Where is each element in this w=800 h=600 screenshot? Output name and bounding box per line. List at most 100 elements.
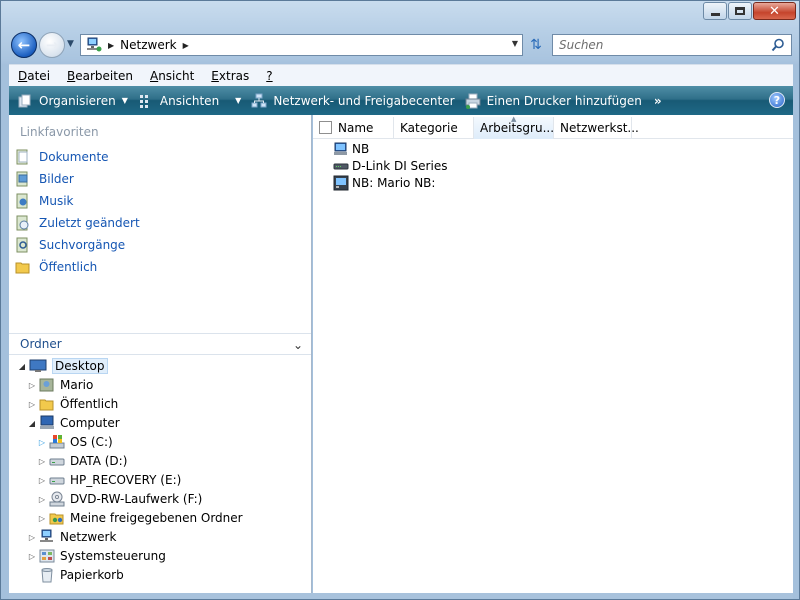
refresh-icon: ⇅	[530, 37, 542, 53]
recycle-bin-icon	[41, 568, 53, 583]
expand-icon[interactable]: ▷	[27, 552, 37, 561]
collapse-icon[interactable]: ◢	[17, 362, 27, 371]
tree-item-os-c[interactable]: ▷ OS (C:)	[37, 433, 113, 451]
tree-item-desktop[interactable]: ◢ Desktop	[17, 357, 108, 375]
network-sharing-center-button[interactable]: Netzwerk- und Freigabecenter	[251, 93, 455, 109]
public-folder-icon	[39, 399, 54, 411]
user-folder-icon	[39, 378, 54, 392]
column-netzwerkstandort[interactable]: Netzwerkst...	[554, 117, 639, 139]
recent-icon	[16, 215, 29, 231]
favorite-musik[interactable]: Musik	[15, 192, 74, 210]
list-item-nb-mario[interactable]: NB: Mario NB:	[333, 174, 435, 191]
search-icon[interactable]	[771, 38, 785, 52]
network-center-icon	[251, 93, 267, 107]
navigation-pane: Linkfavoriten Dokumente Bilder Musik Zul…	[9, 115, 312, 593]
menu-bar: Datei Bearbeiten Ansicht Extras ?	[9, 64, 793, 86]
expand-icon[interactable]: ▷	[37, 457, 47, 466]
breadcrumb-netzwerk[interactable]: Netzwerk	[120, 38, 176, 52]
help-button[interactable]: ?	[769, 92, 785, 108]
tree-item-mario[interactable]: ▷ Mario	[27, 376, 93, 394]
menu-help[interactable]: ?	[257, 69, 280, 83]
menu-datei[interactable]: Datei	[9, 69, 58, 83]
tree-item-computer[interactable]: ◢ Computer	[27, 414, 120, 432]
searches-icon	[16, 237, 28, 253]
breadcrumb-separator-icon[interactable]: ▶	[108, 41, 114, 50]
chevron-down-icon[interactable]: ⌄	[293, 338, 303, 352]
recent-pages-dropdown[interactable]: ▼	[67, 39, 74, 49]
windows-drive-icon	[49, 435, 65, 449]
select-all-checkbox[interactable]	[319, 121, 332, 134]
list-item-d-link[interactable]: D-Link DI Series	[333, 157, 447, 174]
computer-icon	[40, 415, 54, 429]
close-icon: ✕	[769, 3, 780, 19]
menu-bearbeiten[interactable]: Bearbeiten	[58, 69, 141, 83]
expand-icon[interactable]: ▷	[27, 533, 37, 542]
router-icon	[333, 163, 349, 169]
tree-item-data-d[interactable]: ▷ DATA (D:)	[37, 452, 127, 470]
dvd-drive-icon	[49, 491, 65, 507]
expand-icon[interactable]: ▷	[37, 495, 47, 504]
tree-item-hp-recovery-e[interactable]: ▷ HP_RECOVERY (E:)	[37, 471, 181, 489]
network-computer-icon	[334, 142, 347, 155]
desktop-icon	[29, 359, 47, 372]
more-commands-button[interactable]: »	[654, 94, 662, 108]
back-button[interactable]: ←	[11, 32, 37, 58]
expand-icon[interactable]: ▷	[27, 400, 37, 409]
select-all-cell	[313, 117, 332, 138]
organize-button[interactable]: Organisieren ▼	[17, 93, 128, 109]
favorite-bilder[interactable]: Bilder	[15, 170, 74, 188]
collapse-icon[interactable]: ◢	[27, 419, 37, 428]
back-arrow-icon: ←	[17, 35, 31, 54]
shared-folders-icon	[49, 513, 64, 525]
forward-arrow-icon: →	[45, 35, 59, 54]
expand-icon[interactable]: ▷	[27, 381, 37, 390]
maximize-button[interactable]	[728, 2, 752, 20]
menu-ansicht[interactable]: Ansicht	[141, 69, 202, 83]
documents-icon	[16, 149, 28, 165]
drive-icon	[49, 477, 65, 485]
breadcrumb-separator-icon[interactable]: ▶	[183, 41, 189, 50]
refresh-button[interactable]: ⇅	[525, 35, 547, 55]
tree-item-papierkorb[interactable]: Papierkorb	[27, 566, 124, 584]
explorer-window: ✕ ← → ▼ ▶ Netzwerk ▶ ▼ ⇅ Suchen Datei Be…	[0, 0, 800, 600]
command-bar: Organisieren ▼ Ansichten ▼ Netzwerk- und…	[9, 86, 793, 115]
expand-icon[interactable]: ▷	[37, 476, 47, 485]
expand-icon[interactable]: ▷	[37, 438, 47, 447]
tree-item-oeffentlich[interactable]: ▷ Öffentlich	[27, 395, 118, 413]
address-dropdown-icon[interactable]: ▼	[512, 39, 518, 48]
favorite-suchvorgaenge[interactable]: Suchvorgänge	[15, 236, 125, 254]
maximize-icon	[735, 7, 745, 15]
column-kategorie[interactable]: Kategorie	[394, 117, 474, 139]
expand-icon[interactable]: ▷	[37, 514, 47, 523]
forward-button[interactable]: →	[39, 32, 65, 58]
control-panel-icon	[39, 549, 55, 563]
column-name[interactable]: Name	[332, 117, 394, 139]
search-placeholder: Suchen	[559, 38, 604, 52]
favorites-header: Linkfavoriten	[20, 125, 99, 139]
views-button[interactable]: Ansichten ▼	[138, 93, 241, 109]
close-button[interactable]: ✕	[753, 2, 796, 20]
search-input[interactable]: Suchen	[552, 34, 792, 56]
tree-item-shared-folders[interactable]: ▷ Meine freigegebenen Ordner	[37, 509, 243, 527]
tree-item-netzwerk[interactable]: ▷ Netzwerk	[27, 528, 116, 546]
views-icon	[139, 94, 148, 108]
column-header: Name Kategorie ▲ Arbeitsgru... Netzwerks…	[313, 115, 793, 139]
printer-icon	[465, 93, 481, 109]
tree-item-dvd-rw-f[interactable]: ▷ DVD-RW-Laufwerk (F:)	[37, 490, 202, 508]
favorite-zuletzt-geaendert[interactable]: Zuletzt geändert	[15, 214, 140, 232]
minimize-icon	[710, 12, 720, 16]
network-icon	[40, 529, 53, 542]
favorite-oeffentlich[interactable]: Öffentlich	[15, 258, 97, 276]
minimize-button[interactable]	[703, 2, 727, 20]
network-icon	[87, 37, 102, 52]
favorite-dokumente[interactable]: Dokumente	[15, 148, 109, 166]
address-bar[interactable]: ▶ Netzwerk ▶ ▼	[80, 34, 523, 56]
music-icon	[16, 193, 28, 209]
column-arbeitsgruppe[interactable]: ▲ Arbeitsgru...	[474, 115, 554, 139]
tree-item-systemsteuerung[interactable]: ▷ Systemsteuerung	[27, 547, 166, 565]
folders-header[interactable]: Ordner ⌄	[9, 333, 311, 355]
menu-extras[interactable]: Extras	[202, 69, 257, 83]
content-pane: Name Kategorie ▲ Arbeitsgru... Netzwerks…	[313, 115, 793, 593]
list-item-nb[interactable]: NB	[333, 140, 369, 157]
add-printer-button[interactable]: Einen Drucker hinzufügen	[465, 93, 642, 109]
